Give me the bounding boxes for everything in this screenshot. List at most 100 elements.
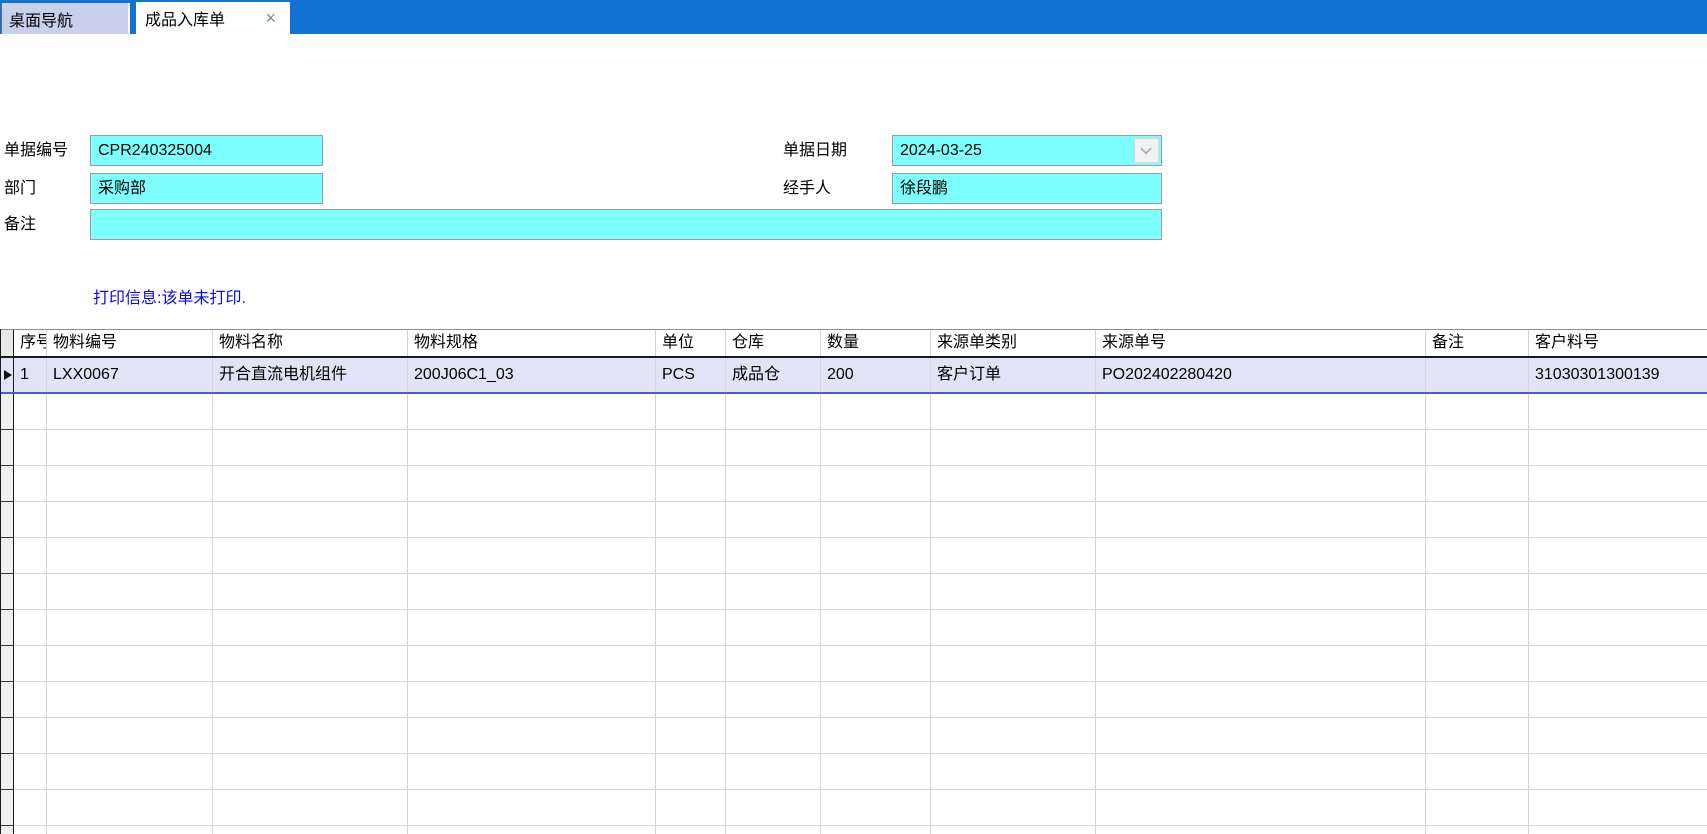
table-cell: [656, 826, 726, 834]
col-header-source-type[interactable]: 来源单类别: [931, 330, 1096, 356]
table-cell: [931, 430, 1096, 465]
col-header-warehouse[interactable]: 仓库: [726, 330, 821, 356]
table-empty-row[interactable]: [1, 646, 1707, 682]
table-cell: [656, 574, 726, 609]
table-cell: [47, 682, 213, 717]
tab-bar: 桌面导航 成品入库单 ×: [0, 0, 1707, 34]
doc-date-value: 2024-03-25: [900, 142, 982, 159]
table-cell: [408, 466, 656, 501]
table-cell: [656, 682, 726, 717]
dept-field[interactable]: 采购部: [90, 173, 323, 204]
table-cell: [1426, 790, 1529, 825]
table-cell: [14, 502, 47, 537]
col-header-material-name[interactable]: 物料名称: [213, 330, 408, 356]
row-indicator-cell: [1, 358, 14, 392]
table-cell: [408, 538, 656, 573]
row-indicator-cell: [1, 790, 14, 826]
table-cell: [656, 790, 726, 825]
cell-remark[interactable]: [1426, 358, 1529, 392]
col-header-source-no[interactable]: 来源单号: [1096, 330, 1426, 356]
doc-no-field[interactable]: CPR240325004: [90, 135, 323, 166]
tab-desktop-navigation[interactable]: 桌面导航: [1, 3, 130, 34]
table-empty-row[interactable]: [1, 682, 1707, 718]
row-indicator-cell: [1, 502, 14, 538]
table-cell: [1096, 754, 1426, 789]
remark-field[interactable]: [90, 209, 1162, 240]
cell-source-no[interactable]: PO202402280420: [1096, 358, 1426, 392]
table-empty-row[interactable]: [1, 430, 1707, 466]
cell-customer-part-no[interactable]: 31030301300139: [1529, 358, 1707, 392]
table-cell: [1096, 466, 1426, 501]
tab-finished-goods-entry[interactable]: 成品入库单 ×: [136, 2, 290, 34]
col-header-remark[interactable]: 备注: [1426, 330, 1529, 356]
table-cell: [408, 718, 656, 753]
doc-date-label: 单据日期: [783, 142, 848, 159]
tab-label: 桌面导航: [9, 12, 74, 30]
col-header-material-no[interactable]: 物料编号: [47, 330, 213, 356]
table-cell: [656, 538, 726, 573]
doc-date-field[interactable]: 2024-03-25: [892, 135, 1162, 166]
table-row-selected[interactable]: 1 LXX0067 开合直流电机组件 200J06C1_03 PCS 成品仓 2…: [1, 358, 1707, 394]
table-cell: [213, 502, 408, 537]
table-cell: [1096, 826, 1426, 834]
table-cell: [931, 790, 1096, 825]
table-cell: [931, 610, 1096, 645]
table-empty-row[interactable]: [1, 538, 1707, 574]
cell-qty[interactable]: 200: [821, 358, 931, 392]
col-header-customer-part-no[interactable]: 客户料号: [1529, 330, 1707, 356]
table-cell: [47, 646, 213, 681]
table-cell: [1529, 646, 1707, 681]
table-cell: [656, 718, 726, 753]
cell-warehouse[interactable]: 成品仓: [726, 358, 821, 392]
table-cell: [821, 826, 931, 834]
cell-material-no[interactable]: LXX0067: [47, 358, 213, 392]
table-cell: [1426, 610, 1529, 645]
table-empty-row[interactable]: [1, 610, 1707, 646]
table-empty-row[interactable]: [1, 466, 1707, 502]
table-cell: [213, 826, 408, 834]
table-empty-row[interactable]: [1, 754, 1707, 790]
table-cell: [931, 574, 1096, 609]
col-header-qty[interactable]: 数量: [821, 330, 931, 356]
table-cell: [14, 718, 47, 753]
date-dropdown-button[interactable]: [1134, 138, 1159, 163]
table-cell: [821, 790, 931, 825]
dept-label: 部门: [4, 180, 37, 197]
table-empty-row[interactable]: [1, 502, 1707, 538]
cell-source-type[interactable]: 客户订单: [931, 358, 1096, 392]
table-cell: [1096, 394, 1426, 429]
row-indicator-cell: [1, 826, 14, 834]
table-empty-row[interactable]: [1, 718, 1707, 754]
chevron-down-icon: [1140, 143, 1152, 155]
cell-seq[interactable]: 1: [14, 358, 47, 392]
current-row-indicator-icon: [4, 370, 12, 380]
cell-material-name[interactable]: 开合直流电机组件: [213, 358, 408, 392]
table-empty-row[interactable]: [1, 574, 1707, 610]
table-cell: [213, 394, 408, 429]
handler-label: 经手人: [783, 180, 832, 197]
col-header-unit[interactable]: 单位: [656, 330, 726, 356]
table-cell: [821, 646, 931, 681]
row-indicator-cell: [1, 610, 14, 646]
remark-label: 备注: [4, 216, 37, 233]
table-cell: [931, 538, 1096, 573]
cell-unit[interactable]: PCS: [656, 358, 726, 392]
table-cell: [821, 754, 931, 789]
col-header-seq[interactable]: 序号: [14, 330, 47, 356]
table-cell: [213, 610, 408, 645]
row-indicator-cell: [1, 394, 14, 430]
cell-spec[interactable]: 200J06C1_03: [408, 358, 656, 392]
table-cell: [1426, 718, 1529, 753]
table-cell: [821, 610, 931, 645]
table-cell: [213, 718, 408, 753]
handler-field[interactable]: 徐段鹏: [892, 173, 1162, 204]
table-empty-row[interactable]: [1, 394, 1707, 430]
close-icon[interactable]: ×: [265, 9, 276, 27]
row-indicator-cell: [1, 718, 14, 754]
table-empty-row[interactable]: [1, 826, 1707, 834]
table-cell: [408, 826, 656, 834]
col-header-spec[interactable]: 物料规格: [408, 330, 656, 356]
table-empty-row[interactable]: [1, 790, 1707, 826]
table-cell: [1096, 430, 1426, 465]
table-cell: [1529, 610, 1707, 645]
